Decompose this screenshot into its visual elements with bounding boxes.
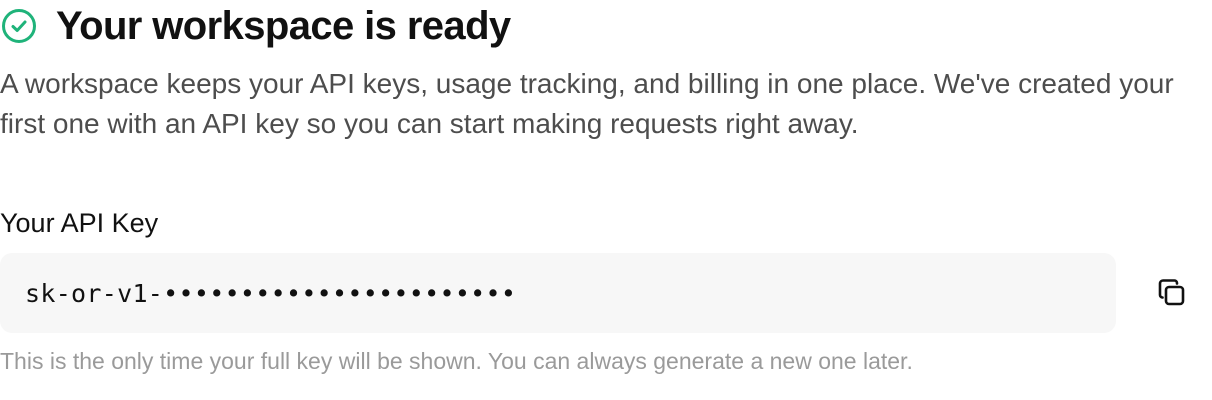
api-key-value[interactable]: sk-or-v1-••••••••••••••••••••••• bbox=[25, 279, 516, 308]
page-title: Your workspace is ready bbox=[56, 4, 511, 48]
check-circle-icon bbox=[0, 7, 38, 45]
workspace-ready-panel: Your workspace is ready A workspace keep… bbox=[0, 0, 1212, 400]
description-text: A workspace keeps your API keys, usage t… bbox=[0, 68, 1174, 139]
api-key-label: Your API Key bbox=[0, 208, 159, 238]
header: Your workspace is ready bbox=[0, 2, 511, 50]
copy-icon bbox=[1156, 277, 1188, 312]
hint-text: This is the only time your full key will… bbox=[0, 348, 913, 374]
copy-button[interactable] bbox=[1152, 274, 1192, 314]
api-key-field[interactable]: sk-or-v1-••••••••••••••••••••••• bbox=[0, 253, 1116, 333]
